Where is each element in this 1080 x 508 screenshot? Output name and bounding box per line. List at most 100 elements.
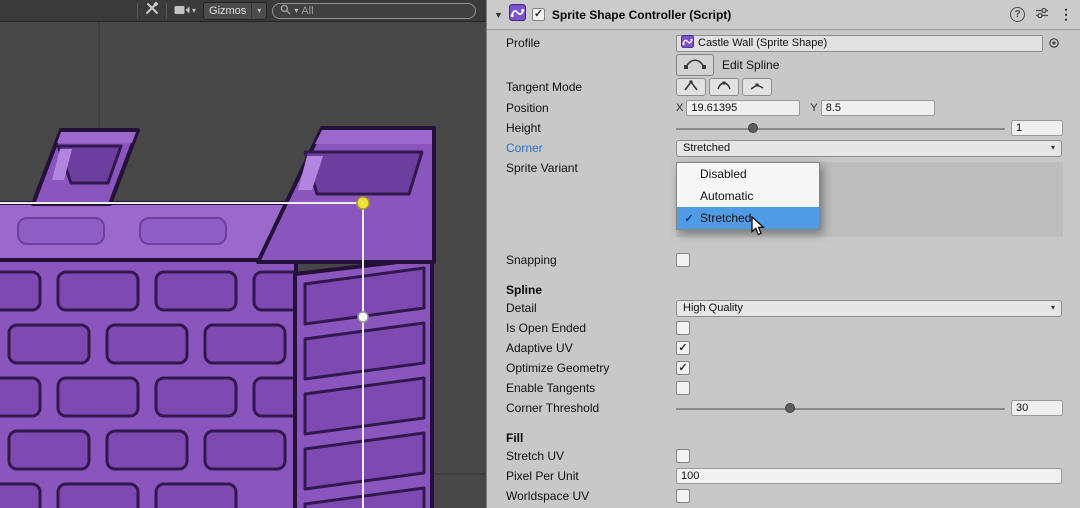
row-pixel-per-unit: Pixel Per Unit 100 — [487, 466, 1080, 486]
slider-track — [676, 408, 1005, 410]
merlon-right-top-highlight — [315, 130, 432, 144]
height-slider[interactable] — [676, 120, 1005, 136]
row-corner-threshold: Corner Threshold 30 — [487, 398, 1080, 418]
stretch-uv-checkbox[interactable] — [676, 449, 690, 463]
corner-dropdown[interactable]: Stretched ▾ — [676, 140, 1062, 157]
cap-groove — [140, 218, 226, 244]
checkmark-icon: ✓ — [534, 9, 543, 20]
row-corner: Corner Stretched ▾ — [487, 138, 1080, 158]
tangent-linear-button[interactable] — [676, 78, 706, 96]
chevron-down-icon: ▾ — [1051, 304, 1055, 312]
row-profile: Profile Castle Wall (Sprite Shape) — [487, 33, 1080, 53]
row-is-open-ended: Is Open Ended — [487, 318, 1080, 338]
component-header[interactable]: ▼ ✓ Sprite Shape Controller (Script) ? ⋮ — [487, 0, 1080, 30]
scene-toolbar: ▾ Gizmos ▾ ▾ All — [0, 0, 486, 22]
row-stretch-uv: Stretch UV — [487, 446, 1080, 466]
menu-checkmark-icon: ✓ — [683, 212, 695, 225]
menu-item-stretched[interactable]: ✓ Stretched — [677, 207, 819, 229]
enable-tangents-label: Enable Tangents — [506, 381, 676, 395]
pixel-per-unit-label: Pixel Per Unit — [506, 469, 676, 483]
corner-threshold-value-field[interactable]: 30 — [1011, 400, 1063, 416]
height-value: 1 — [1016, 122, 1022, 134]
gizmos-separator — [251, 4, 252, 18]
profile-object-field[interactable]: Castle Wall (Sprite Shape) — [676, 35, 1043, 52]
row-tangent-mode: Tangent Mode — [487, 77, 1080, 97]
castle-wall-sprite[interactable] — [0, 128, 434, 508]
optimize-geometry-label: Optimize Geometry — [506, 361, 676, 375]
gizmos-dropdown[interactable]: Gizmos ▾ — [203, 2, 267, 20]
pixel-per-unit-field[interactable]: 100 — [676, 468, 1062, 484]
tangent-continuous-button[interactable] — [709, 78, 739, 96]
tools-button[interactable] — [143, 2, 161, 20]
snapping-label: Snapping — [506, 253, 676, 267]
snapping-checkbox[interactable] — [676, 253, 690, 267]
slider-thumb[interactable] — [748, 123, 758, 133]
position-x-label: X — [676, 102, 683, 114]
enable-tangents-checkbox[interactable] — [676, 381, 690, 395]
detail-dropdown[interactable]: High Quality ▾ — [676, 300, 1062, 317]
tangent-linear-icon — [684, 78, 698, 96]
tangent-broken-icon — [750, 78, 764, 96]
row-height: Height 1 — [487, 118, 1080, 138]
corner-label: Corner — [506, 141, 676, 155]
object-picker-icon[interactable] — [1046, 35, 1062, 52]
search-icon — [280, 4, 291, 18]
pixel-per-unit-value: 100 — [681, 470, 699, 482]
scene-view[interactable]: ▾ Gizmos ▾ ▾ All — [0, 0, 486, 508]
corner-threshold-label: Corner Threshold — [506, 401, 676, 415]
slider-track — [676, 128, 1005, 130]
row-detail: Detail High Quality ▾ — [487, 298, 1080, 318]
is-open-ended-checkbox[interactable] — [676, 321, 690, 335]
adaptive-uv-checkbox[interactable]: ✓ — [676, 341, 690, 355]
menu-item-automatic[interactable]: Automatic — [677, 185, 819, 207]
spline-control-point-selected[interactable] — [357, 197, 369, 209]
kebab-menu-icon[interactable]: ⋮ — [1059, 6, 1073, 23]
position-label: Position — [506, 101, 676, 115]
sprite-shape-asset-icon — [681, 35, 694, 51]
chevron-down-icon: ▾ — [257, 7, 261, 15]
camera-icon — [174, 2, 190, 20]
cap-groove — [18, 218, 104, 244]
merlon-left-top-highlight — [57, 132, 136, 143]
component-title: Sprite Shape Controller (Script) — [552, 8, 731, 22]
position-x-field[interactable]: 19.61395 — [686, 100, 800, 116]
scene-canvas[interactable] — [0, 22, 486, 508]
profile-label: Profile — [506, 36, 676, 50]
row-position: Position X 19.61395 Y 8.5 — [487, 97, 1080, 118]
search-value: All — [301, 5, 313, 17]
position-y-field[interactable]: 8.5 — [821, 100, 935, 116]
scene-search-input[interactable]: ▾ All — [272, 3, 476, 19]
position-y-value: 8.5 — [826, 102, 841, 114]
profile-value: Castle Wall (Sprite Shape) — [698, 37, 827, 49]
toolbar-divider — [166, 3, 167, 18]
presets-icon[interactable] — [1035, 6, 1049, 24]
row-enable-tangents: Enable Tangents — [487, 378, 1080, 398]
height-value-field[interactable]: 1 — [1011, 120, 1063, 136]
height-label: Height — [506, 121, 676, 135]
row-snapping: Snapping — [487, 250, 1080, 270]
camera-view-button[interactable]: ▾ — [172, 2, 198, 20]
row-optimize-geometry: Optimize Geometry ✓ — [487, 358, 1080, 378]
corner-value: Stretched — [683, 142, 730, 154]
worldspace-uv-checkbox[interactable] — [676, 489, 690, 503]
row-worldspace-uv: Worldspace UV — [487, 486, 1080, 506]
corner-threshold-slider[interactable] — [676, 400, 1005, 416]
sprite-shape-icon — [509, 4, 526, 26]
optimize-geometry-checkbox[interactable]: ✓ — [676, 361, 690, 375]
menu-item-disabled[interactable]: Disabled — [677, 163, 819, 185]
header-actions: ? ⋮ — [1010, 6, 1073, 24]
chevron-down-icon: ▾ — [192, 7, 196, 15]
chevron-down-icon: ▾ — [1051, 144, 1055, 152]
component-enabled-checkbox[interactable]: ✓ — [532, 8, 545, 21]
edit-spline-button[interactable] — [676, 54, 714, 76]
spline-control-point[interactable] — [358, 312, 368, 322]
help-icon[interactable]: ? — [1010, 7, 1025, 22]
position-y-label: Y — [810, 102, 817, 114]
foldout-triangle-icon[interactable]: ▼ — [494, 10, 503, 20]
position-x-value: 19.61395 — [691, 102, 737, 114]
slider-thumb[interactable] — [785, 403, 795, 413]
tangent-broken-button[interactable] — [742, 78, 772, 96]
tangent-continuous-icon — [717, 78, 731, 96]
worldspace-uv-label: Worldspace UV — [506, 489, 676, 503]
edit-spline-label: Edit Spline — [722, 58, 779, 72]
